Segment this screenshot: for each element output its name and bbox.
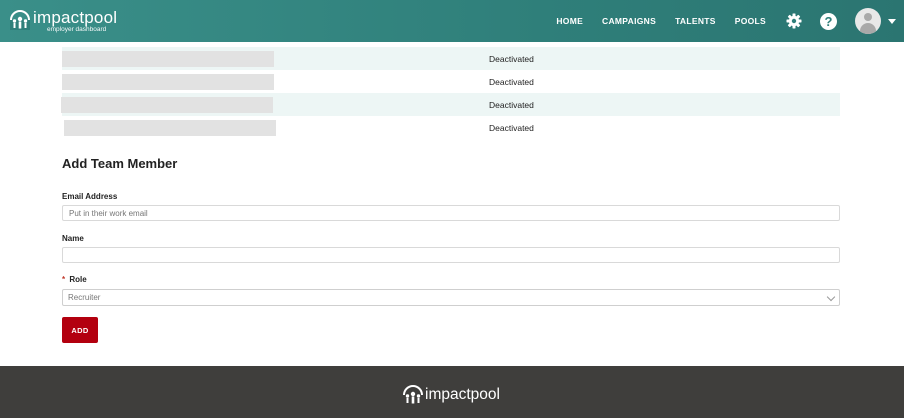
gear-icon[interactable] <box>785 13 802 30</box>
member-status: Deactivated <box>489 122 534 133</box>
brand-name: impactpool <box>33 8 118 27</box>
email-field[interactable] <box>62 205 840 221</box>
table-row: Deactivated <box>62 70 840 93</box>
avatar-head-shape <box>864 13 872 21</box>
brand-subtitle: employer dashboard <box>47 26 107 33</box>
avatar-body-shape <box>860 23 876 34</box>
name-field[interactable] <box>62 247 840 263</box>
chevron-down-icon <box>826 292 836 302</box>
required-mark: * <box>62 275 66 284</box>
role-selected-value: Recruiter <box>68 293 101 302</box>
role-label: * Role <box>62 275 87 284</box>
add-button[interactable]: ADD <box>62 317 98 343</box>
redacted-member-name <box>62 50 274 67</box>
impactpool-logo-icon <box>403 385 423 405</box>
email-label: Email Address <box>62 192 118 201</box>
brand[interactable]: impactpool employer dashboard <box>10 9 117 34</box>
help-icon[interactable]: ? <box>820 12 837 30</box>
redacted-member-name <box>62 73 274 90</box>
nav-home[interactable]: HOME <box>556 16 583 26</box>
table-row: Deactivated <box>61 93 840 116</box>
footer: impactpool <box>0 366 904 418</box>
redacted-member-name <box>61 96 273 113</box>
team-members-table: Deactivated Deactivated Deactivated Deac… <box>61 47 840 139</box>
table-row: Deactivated <box>62 116 840 139</box>
nav-talents[interactable]: TALENTS <box>675 16 716 26</box>
nav-campaigns[interactable]: CAMPAIGNS <box>602 16 656 26</box>
footer-brand-name: impactpool <box>425 386 500 404</box>
member-status: Deactivated <box>489 53 534 64</box>
main-nav: HOME CAMPAIGNS TALENTS POOLS ? <box>556 0 896 42</box>
member-status: Deactivated <box>489 76 534 87</box>
caret-down-icon[interactable] <box>888 18 896 24</box>
table-row: Deactivated <box>62 47 840 70</box>
section-title: Add Team Member <box>62 156 178 171</box>
role-select[interactable]: Recruiter <box>62 289 840 306</box>
member-status: Deactivated <box>489 99 534 110</box>
impactpool-logo-icon <box>10 10 30 30</box>
help-glyph: ? <box>820 12 837 30</box>
name-label: Name <box>62 234 84 243</box>
nav-pools[interactable]: POOLS <box>735 16 766 26</box>
redacted-member-name <box>64 119 276 136</box>
footer-brand[interactable]: impactpool <box>403 385 500 405</box>
avatar[interactable] <box>855 8 881 34</box>
top-navbar: impactpool employer dashboard HOME CAMPA… <box>0 0 904 42</box>
role-label-text: Role <box>69 275 87 284</box>
